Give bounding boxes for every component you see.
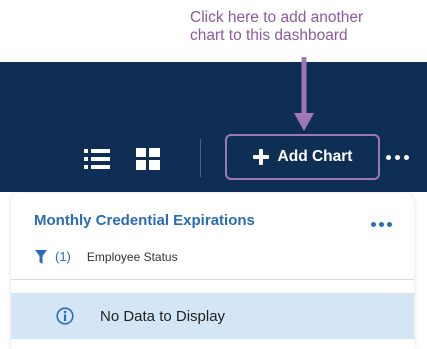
filter-row[interactable]: (1) Employee Status [35,249,178,264]
add-chart-label: Add Chart [277,148,353,165]
info-icon [56,307,74,325]
no-data-banner: No Data to Display [11,293,414,339]
callout-annotation: Click here to add another chart to this … [190,9,420,45]
list-view-icon[interactable] [84,148,110,170]
filter-icon [35,249,47,264]
card-more-icon[interactable] [371,222,392,227]
filter-label: Employee Status [86,249,178,264]
filter-count: (1) [55,249,71,264]
card-title[interactable]: Monthly Credential Expirations [34,212,255,229]
toolbar-divider [200,139,201,177]
callout-line-2: chart to this dashboard [190,27,348,44]
plus-icon [252,149,269,165]
callout-line-1: Click here to add another [190,9,364,26]
grid-view-icon[interactable] [136,148,160,170]
card-divider [11,279,414,280]
more-options-icon[interactable] [386,155,409,160]
chart-card: Monthly Credential Expirations (1) Emplo… [11,193,414,349]
add-chart-button[interactable]: Add Chart [225,134,380,180]
no-data-text: No Data to Display [100,307,226,325]
